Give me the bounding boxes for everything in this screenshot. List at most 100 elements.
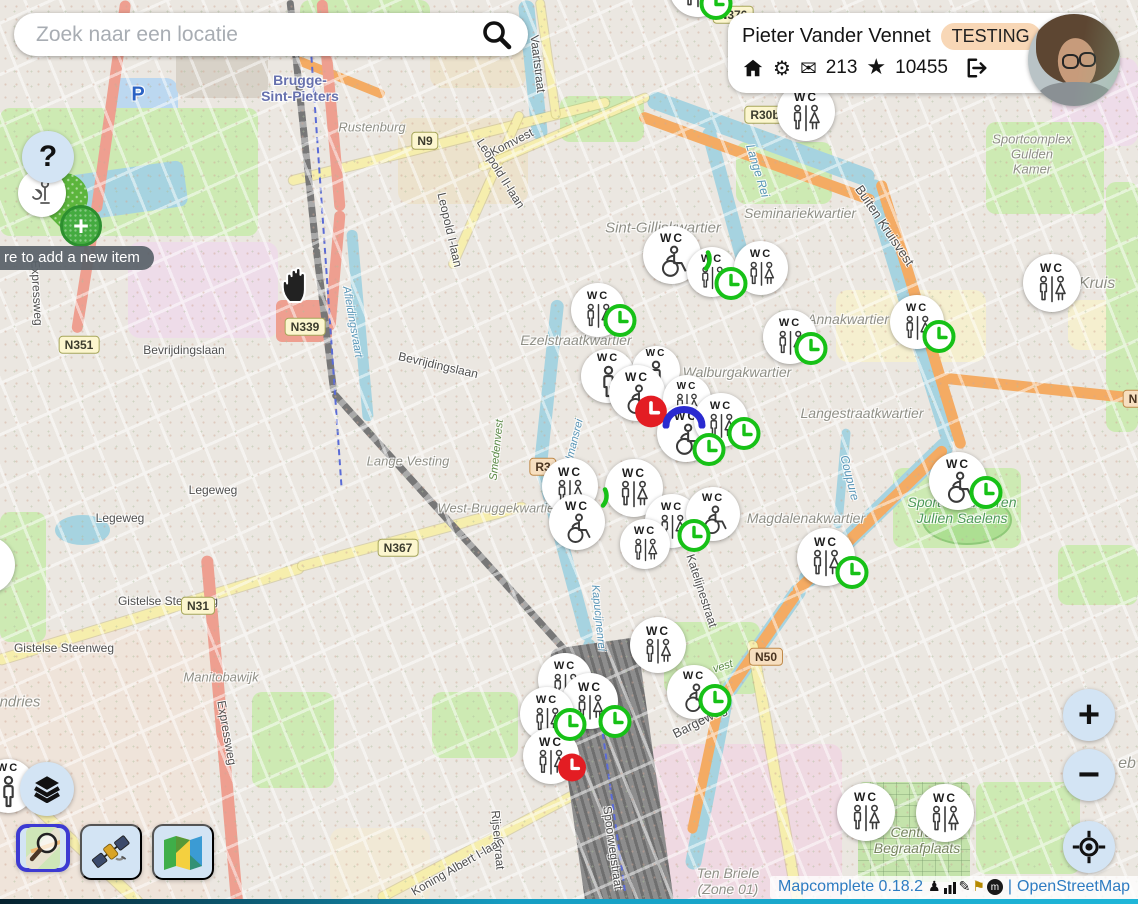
map-label: vest bbox=[711, 658, 734, 676]
road-badge: N9 bbox=[411, 132, 438, 150]
avatar-tint bbox=[1028, 14, 1120, 106]
map-label: Bevrijdingslaan bbox=[143, 344, 224, 358]
attribution-icons: ♟ ✎ ⚑ m bbox=[928, 879, 1003, 895]
zoom-in-button[interactable]: + bbox=[1063, 689, 1115, 741]
flag-icon[interactable]: ⚑ bbox=[972, 880, 985, 894]
road-badge: N339 bbox=[285, 318, 326, 336]
wc-marker-label: WC bbox=[634, 526, 656, 537]
wc-marker-label: WC bbox=[646, 349, 667, 359]
wc-marker-pair[interactable]: WC bbox=[1023, 254, 1081, 312]
open-clock-badge bbox=[714, 267, 748, 306]
open-clock-badge bbox=[692, 433, 726, 472]
map-label: Lange Rei bbox=[742, 143, 771, 199]
wc-marker-pair[interactable]: WC bbox=[630, 617, 686, 673]
wc-marker-label: WC bbox=[710, 401, 732, 412]
search-input[interactable] bbox=[34, 22, 480, 48]
wc-marker-label: WC bbox=[661, 502, 683, 513]
basemap-option-custom-map[interactable] bbox=[152, 824, 214, 880]
osm-link[interactable]: OpenStreetMap bbox=[1017, 878, 1130, 896]
closed-clock-badge bbox=[557, 753, 587, 788]
search-icon[interactable] bbox=[480, 18, 514, 52]
mapcomplete-app: Brugge- Sint-Pieters Rustenburg Vaartstraa… bbox=[0, 0, 1138, 904]
map-label: Kruis bbox=[1079, 275, 1115, 293]
wc-marker-label: WC bbox=[933, 792, 957, 804]
open-clock-badge bbox=[603, 304, 637, 343]
map-overlay-layer: Brugge- Sint-Pieters Rustenburg Vaartstraa… bbox=[0, 0, 1138, 904]
zoom-out-button[interactable]: − bbox=[1063, 749, 1115, 801]
wc-marker-label: WC bbox=[750, 249, 772, 260]
open-clock-badge bbox=[835, 556, 869, 595]
wc-marker-label: WC bbox=[906, 303, 928, 314]
wc-marker-label: WC bbox=[702, 493, 724, 504]
wc-marker-pair[interactable]: WC bbox=[0, 536, 15, 594]
geolocate-button[interactable] bbox=[1063, 821, 1115, 873]
wc-marker-label: WC bbox=[677, 382, 698, 392]
wc-marker-pair[interactable]: WC bbox=[620, 519, 670, 569]
open-clock-badge bbox=[969, 476, 1003, 515]
wc-marker-label: WC bbox=[854, 791, 878, 803]
pencil-icon[interactable]: ✎ bbox=[959, 880, 971, 894]
wc-marker-label: WC bbox=[558, 466, 582, 478]
map-label: Magdalenakwartier bbox=[747, 510, 865, 526]
wc-marker-label: WC bbox=[814, 536, 838, 548]
map-label: Katelijnestraat bbox=[683, 553, 720, 630]
wc-marker-label: WC bbox=[794, 91, 818, 103]
plus-icon: + bbox=[60, 205, 102, 247]
logout-icon[interactable] bbox=[965, 57, 989, 79]
wc-marker-pair[interactable]: WC bbox=[837, 783, 895, 841]
open-clock-badge bbox=[698, 684, 732, 723]
username[interactable]: Pieter Vander Vennet bbox=[742, 25, 931, 48]
map-label: West-Bruggekwartier bbox=[437, 502, 558, 517]
map-label: Legeweg bbox=[96, 512, 145, 526]
star-count: 10455 bbox=[895, 57, 948, 79]
attribution-bar: Mapcomplete 0.18.2 ♟ ✎ ⚑ m | OpenStreetM… bbox=[770, 876, 1138, 899]
map-label: Afleidingsvaart bbox=[340, 285, 365, 358]
basemap-option-osm-carto[interactable] bbox=[16, 824, 70, 872]
geolocate-icon bbox=[1071, 829, 1107, 865]
wc-marker-label: WC bbox=[646, 625, 670, 637]
open-clock-badge bbox=[598, 705, 632, 744]
star-icon[interactable]: ★ bbox=[866, 57, 886, 79]
wc-marker-label: WC bbox=[597, 353, 619, 364]
avatar[interactable] bbox=[1028, 14, 1120, 106]
wc-marker-label: WC bbox=[587, 291, 609, 302]
gear-icon[interactable]: ⚙ bbox=[773, 58, 791, 78]
map-label: Rustenburg bbox=[338, 121, 405, 136]
map-label: Buiten Kruisvest bbox=[852, 183, 917, 269]
map-canvas[interactable]: Brugge- Sint-Pieters Rustenburg Vaartstraa… bbox=[0, 0, 1138, 904]
layers-button[interactable] bbox=[20, 762, 74, 816]
wc-marker-label: WC bbox=[554, 661, 576, 672]
attribution-text[interactable]: Mapcomplete 0.18.2 bbox=[778, 878, 923, 896]
wc-marker-pair[interactable]: WC bbox=[916, 784, 974, 842]
wc-marker-label: WC bbox=[683, 671, 705, 682]
road-badge: N367 bbox=[378, 539, 419, 557]
home-icon[interactable] bbox=[742, 57, 764, 79]
map-label: Lange Vesting bbox=[367, 455, 450, 470]
basemap-switcher bbox=[16, 824, 214, 880]
map-label: Spoorwegstraat bbox=[599, 805, 624, 890]
map-label: P bbox=[131, 84, 144, 107]
map-label: Brugge- Sint-Pieters bbox=[261, 72, 339, 104]
statue-icon[interactable]: ♟ bbox=[928, 880, 941, 894]
testing-badge: TESTING bbox=[941, 23, 1041, 50]
satellite-icon bbox=[89, 832, 133, 872]
bar-chart-icon[interactable] bbox=[943, 881, 957, 894]
map-label: Ten Briele (Zone 01) bbox=[697, 865, 760, 897]
user-panel: Pieter Vander Vennet TESTING ⚙ ✉ 213 ★ 1… bbox=[728, 13, 1104, 93]
mail-count: 213 bbox=[826, 57, 858, 79]
mail-icon[interactable]: ✉ bbox=[800, 58, 817, 78]
wc-marker-label: WC bbox=[622, 467, 646, 479]
map-label: Vaartstraat bbox=[527, 34, 548, 93]
help-button[interactable]: ? bbox=[22, 131, 74, 183]
map-label: Smedenvest bbox=[488, 419, 507, 481]
road-badge: N bbox=[1123, 390, 1138, 408]
folded-map-icon bbox=[161, 833, 205, 871]
open-clock-badge bbox=[922, 320, 956, 359]
wc-marker-label: WC bbox=[625, 371, 649, 383]
basemap-option-aerial[interactable] bbox=[80, 824, 142, 880]
open-clock-badge bbox=[677, 519, 711, 558]
road-badge: N351 bbox=[59, 336, 100, 354]
open-clock-badge bbox=[699, 0, 733, 26]
map-label: Expressweg bbox=[214, 700, 239, 767]
mastodon-icon[interactable]: m bbox=[987, 879, 1003, 895]
